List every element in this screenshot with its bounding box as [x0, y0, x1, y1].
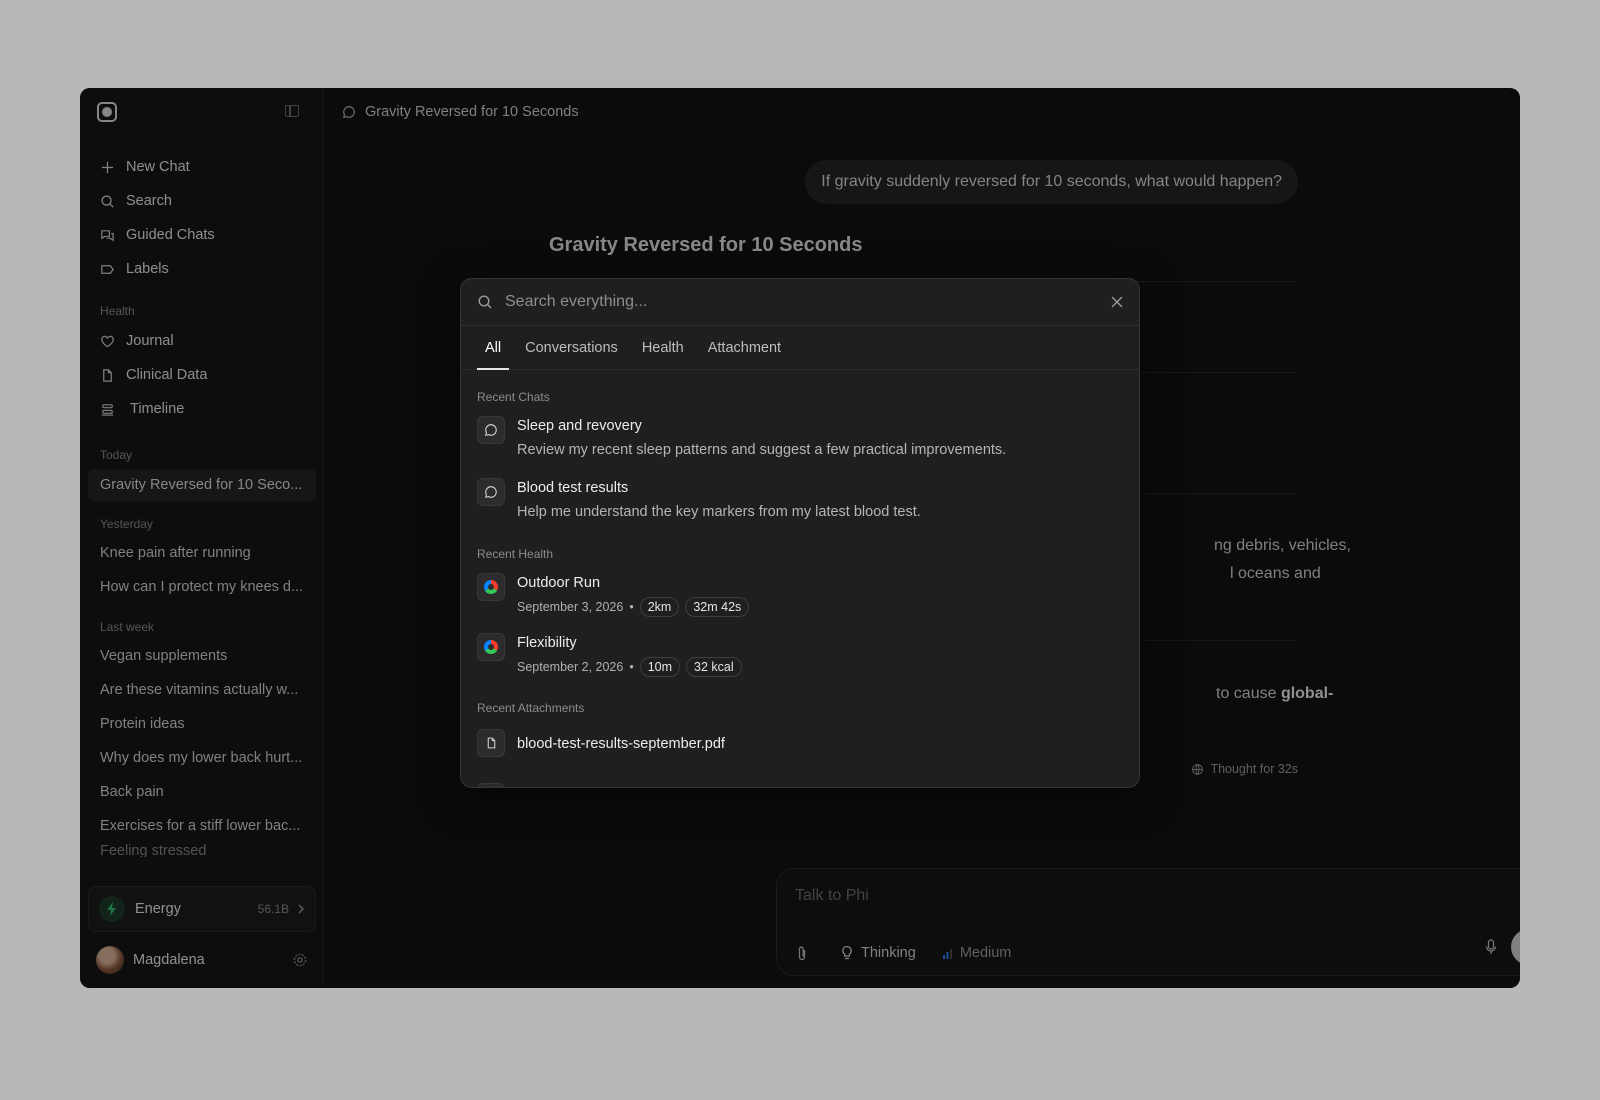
search-input[interactable]: [505, 293, 1111, 311]
search-bar: [461, 279, 1139, 326]
metric-chip: 10m: [639, 657, 681, 677]
search-result-attachment[interactable]: blood-test-results-september.pdf: [461, 729, 1139, 757]
metric-chip: 2km: [639, 597, 680, 617]
result-subtitle: Help me understand the key markers from …: [517, 504, 921, 520]
result-title: Outdoor Run: [517, 575, 601, 591]
recent-attachments-label: Recent Attachments: [477, 701, 585, 715]
result-title: Flexibility: [517, 635, 577, 651]
metric-chip: 32 kcal: [686, 657, 742, 677]
tab-conversations[interactable]: Conversations: [517, 326, 626, 369]
result-meta: September 3, 2026 • 2km 32m 42s: [517, 597, 755, 617]
chat-bubble-icon: [477, 416, 505, 444]
result-date: September 3, 2026: [517, 600, 624, 614]
search-tabs: All Conversations Health Attachment: [461, 326, 1139, 370]
result-title: Sleep and revovery: [517, 418, 642, 434]
attachment-name: blood-test-results-september.pdf: [517, 735, 725, 752]
result-title: Blood test results: [517, 480, 629, 496]
activity-rings-icon: [477, 573, 505, 601]
tab-all[interactable]: All: [477, 326, 510, 370]
search-icon: [478, 295, 492, 309]
document-icon: [477, 783, 505, 787]
result-date: September 2, 2026: [517, 660, 624, 674]
chat-bubble-icon: [477, 478, 505, 506]
search-result-health[interactable]: Outdoor Run September 3, 2026 • 2km 32m …: [461, 573, 1139, 617]
app-window: New Chat Search Guided Chats Labels Heal…: [80, 88, 1520, 988]
recent-chats-label: Recent Chats: [477, 390, 550, 404]
close-icon[interactable]: [1111, 296, 1123, 308]
search-result-chat[interactable]: Sleep and revovery Review my recent slee…: [461, 416, 1139, 459]
search-result-health[interactable]: Flexibility September 2, 2026 • 10m 32 k…: [461, 633, 1139, 677]
recent-health-label: Recent Health: [477, 547, 554, 561]
tab-attachment[interactable]: Attachment: [700, 326, 789, 369]
search-result-chat[interactable]: Blood test results Help me understand th…: [461, 478, 1139, 521]
tab-health[interactable]: Health: [634, 326, 692, 369]
search-modal: All Conversations Health Attachment Rece…: [460, 278, 1140, 788]
metric-chip: 32m 42s: [685, 597, 750, 617]
result-meta: September 2, 2026 • 10m 32 kcal: [517, 657, 748, 677]
result-subtitle: Review my recent sleep patterns and sugg…: [517, 442, 1007, 458]
activity-rings-icon: [477, 633, 505, 661]
document-icon: [477, 729, 505, 757]
